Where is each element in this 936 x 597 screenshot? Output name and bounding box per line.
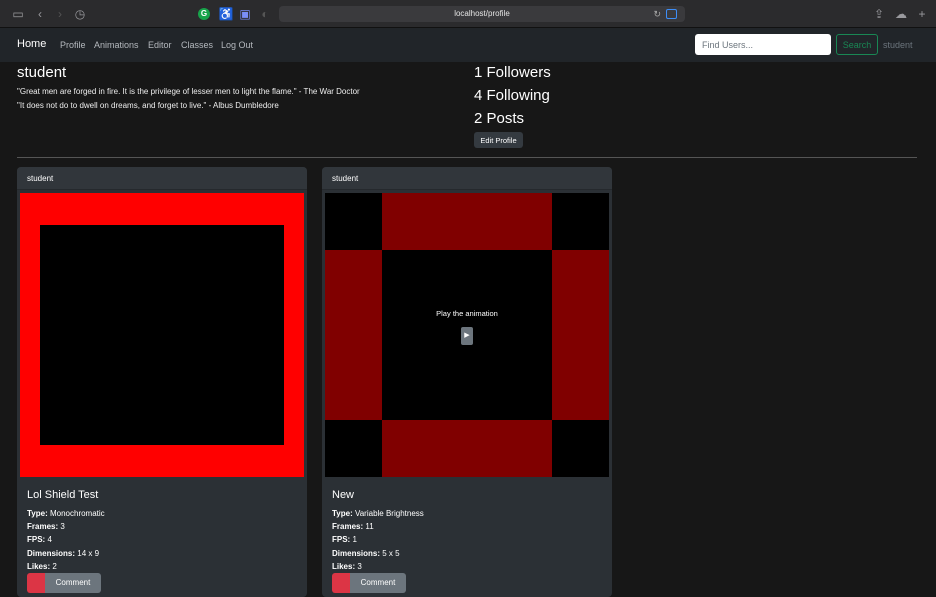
nav-link-profile[interactable]: Profile — [60, 40, 86, 50]
profile-quote-1: "Great men are forged in fire. It is the… — [17, 87, 360, 96]
like-button[interactable] — [332, 573, 350, 593]
url-text: localhost/profile — [454, 9, 510, 18]
card-likes: Likes: 2 — [27, 562, 57, 571]
nav-link-editor[interactable]: Editor — [148, 40, 172, 50]
search-button[interactable]: Search — [836, 34, 878, 55]
card-type: Type: Monochromatic — [27, 509, 105, 518]
page-scrollbar[interactable] — [930, 62, 936, 522]
animation-preview[interactable]: Play the animation ▶ — [325, 193, 609, 477]
password-extension-icon[interactable]: ▣ — [237, 6, 253, 22]
nav-username: student — [883, 40, 913, 50]
card-author[interactable]: student — [322, 167, 612, 190]
card-likes: Likes: 3 — [332, 562, 362, 571]
reload-icon[interactable]: ↻ — [653, 6, 661, 22]
reader-view-icon[interactable] — [666, 9, 677, 19]
profile-divider — [17, 157, 917, 158]
preview-black-frame — [40, 225, 284, 445]
card-title: Lol Shield Test — [27, 489, 99, 501]
animation-card: student Play the animation ▶ New Type: V… — [322, 167, 612, 597]
icloud-icon[interactable]: ☁ — [893, 6, 909, 22]
share-icon[interactable]: ⇪ — [871, 6, 887, 22]
comment-button[interactable]: Comment — [45, 573, 101, 593]
card-author[interactable]: student — [17, 167, 307, 190]
accessibility-extension-icon[interactable]: ♿ — [218, 6, 234, 22]
card-dimensions: Dimensions: 5 x 5 — [332, 549, 400, 558]
browser-toolbar: ▭ ‹ › ◷ G ♿ ▣ ◐ localhost/profile ↻ ⇪ ☁ … — [0, 0, 936, 28]
animation-preview[interactable] — [20, 193, 304, 477]
preview-cell — [552, 250, 609, 420]
card-frames: Frames: 11 — [332, 522, 374, 531]
card-frames: Frames: 3 — [27, 522, 65, 531]
like-button[interactable] — [27, 573, 45, 593]
nav-link-classes[interactable]: Classes — [181, 40, 213, 50]
find-users-input[interactable] — [695, 34, 831, 55]
comment-button[interactable]: Comment — [350, 573, 406, 593]
card-title: New — [332, 489, 355, 501]
preview-cell — [382, 193, 552, 250]
posts-count: 2 Posts — [474, 110, 525, 127]
privacy-shield-icon[interactable]: ◐ — [257, 6, 273, 22]
address-bar[interactable]: localhost/profile ↻ — [279, 6, 685, 22]
animation-card: student Lol Shield Test Type: Monochroma… — [17, 167, 307, 597]
card-fps: FPS: 1 — [332, 535, 357, 544]
sidebar-toggle-icon[interactable]: ▭ — [10, 6, 26, 22]
play-icon[interactable]: ▶ — [461, 327, 473, 345]
history-icon[interactable]: ◷ — [72, 6, 88, 22]
followers-count[interactable]: 1 Followers — [474, 64, 551, 81]
card-fps: FPS: 4 — [27, 535, 52, 544]
card-type: Type: Variable Brightness — [332, 509, 424, 518]
forward-icon[interactable]: › — [52, 6, 68, 22]
card-dimensions: Dimensions: 14 x 9 — [27, 549, 100, 558]
profile-quote-2: "It does not do to dwell on dreams, and … — [17, 101, 279, 110]
following-count[interactable]: 4 Following — [474, 87, 550, 104]
play-animation-label: Play the animation — [436, 309, 498, 318]
profile-username: student — [17, 64, 67, 81]
preview-cell — [382, 420, 552, 477]
edit-profile-button[interactable]: Edit Profile — [474, 132, 523, 148]
new-tab-icon[interactable]: + — [914, 6, 930, 22]
nav-link-logout[interactable]: Log Out — [221, 40, 253, 50]
nav-brand-home[interactable]: Home — [17, 38, 46, 50]
grammarly-extension-icon[interactable]: G — [198, 8, 210, 20]
back-icon[interactable]: ‹ — [32, 6, 48, 22]
app-navbar: Home Profile Animations Editor Classes L… — [0, 28, 936, 62]
preview-cell — [325, 250, 382, 420]
nav-link-animations[interactable]: Animations — [94, 40, 139, 50]
